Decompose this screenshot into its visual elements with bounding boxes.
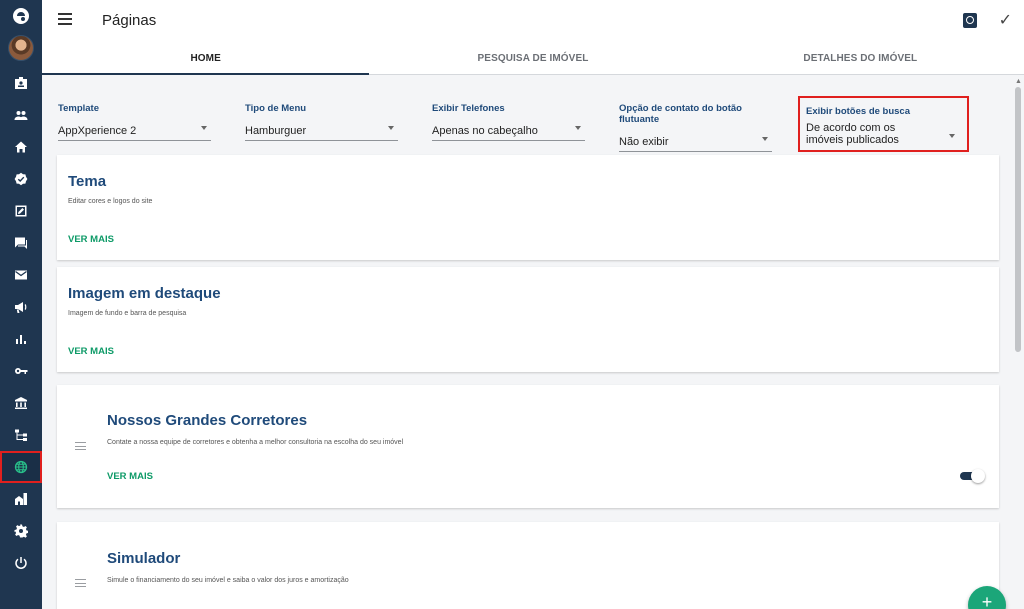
app-window: Páginas ✓ HOME PESQUISA DE IMÓVEL DETALH… [0, 0, 1024, 609]
verified-icon [14, 172, 28, 186]
sidebar-item-home[interactable] [0, 131, 42, 163]
scroll-up-icon[interactable]: ▲ [1015, 78, 1022, 85]
sidebar-item-sitemap[interactable] [0, 419, 42, 451]
field-label: Opção de contato do botão flutuante [619, 103, 742, 125]
brokers-card: Nossos Grandes Corretores Contate a noss… [57, 385, 999, 508]
sitemap-icon [15, 429, 27, 441]
card-title: Imagem em destaque [68, 285, 221, 302]
caret-down-icon [762, 137, 768, 141]
field-value: Apenas no cabeçalho [432, 125, 538, 137]
people-icon [14, 111, 28, 120]
bank-icon [15, 397, 27, 409]
globe-icon [14, 460, 28, 474]
caret-down-icon [575, 126, 581, 130]
sidebar-item-bank[interactable] [0, 387, 42, 419]
sidebar-item-properties[interactable] [0, 483, 42, 515]
gear-icon [14, 524, 28, 538]
key-icon [15, 368, 28, 374]
tab-bar: HOME PESQUISA DE IMÓVEL DETALHES DO IMÓV… [42, 42, 1024, 75]
sidebar-item-badge[interactable] [0, 67, 42, 99]
sidebar-item-logout[interactable] [0, 547, 42, 579]
main-content: Template AppXperience 2 Tipo de Menu Ham… [42, 75, 1012, 609]
see-more-link[interactable]: VER MAIS [68, 346, 114, 357]
sidebar-item-keys[interactable] [0, 355, 42, 387]
sidebar-item-chat[interactable] [0, 227, 42, 259]
sidebar-item-verified[interactable] [0, 163, 42, 195]
edit-square-icon [15, 205, 27, 217]
card-title: Tema [68, 173, 107, 190]
sidebar-item-campaign[interactable] [0, 291, 42, 323]
drag-handle-icon[interactable] [75, 442, 86, 450]
check-icon[interactable]: ✓ [999, 10, 1012, 30]
field-value: Não exibir [619, 136, 669, 148]
floating-contact-select[interactable]: Opção de contato do botão flutuante Não … [619, 103, 772, 152]
featured-image-card: Imagem em destaque Imagem de fundo e bar… [57, 267, 999, 372]
drag-handle-icon[interactable] [75, 579, 86, 587]
logo-icon [13, 8, 29, 24]
tab-property-details[interactable]: DETALHES DO IMÓVEL [697, 42, 1024, 74]
sidebar [0, 0, 42, 609]
card-description: Simule o financiamento do seu imóvel e s… [107, 577, 349, 584]
section-toggle[interactable] [960, 469, 985, 483]
power-icon [15, 557, 27, 569]
home-icon [15, 141, 27, 153]
caret-down-icon [388, 126, 394, 130]
page-title: Páginas [102, 12, 157, 29]
highlight-box [798, 96, 969, 152]
card-description: Imagem de fundo e barra de pesquisa [68, 310, 187, 317]
menu-icon[interactable] [58, 13, 72, 25]
field-value: AppXperience 2 [58, 125, 137, 137]
sidebar-item-reports[interactable] [0, 323, 42, 355]
top-bar: Páginas ✓ [42, 0, 1024, 42]
sidebar-item-mail[interactable] [0, 259, 42, 291]
field-label: Template [58, 103, 100, 114]
app-logo[interactable] [0, 0, 42, 32]
sidebar-item-website[interactable] [0, 451, 42, 483]
sidebar-item-edit[interactable] [0, 195, 42, 227]
template-select[interactable]: Template AppXperience 2 [58, 103, 211, 141]
phones-select[interactable]: Exibir Telefones Apenas no cabeçalho [432, 103, 585, 141]
chat-icon [15, 237, 27, 249]
field-value: Hamburguer [245, 125, 307, 137]
see-more-link[interactable]: VER MAIS [68, 234, 114, 245]
theme-card: Tema Editar cores e logos do site VER MA… [57, 155, 999, 260]
preview-search-icon[interactable] [963, 13, 977, 28]
buildings-icon [15, 493, 27, 505]
sidebar-item-people[interactable] [0, 99, 42, 131]
field-label: Exibir Telefones [432, 103, 505, 114]
mail-icon [15, 270, 27, 280]
menu-type-select[interactable]: Tipo de Menu Hamburguer [245, 103, 398, 141]
campaign-icon [15, 302, 27, 313]
bar-chart-icon [16, 335, 26, 344]
card-title: Simulador [107, 550, 181, 567]
badge-icon [15, 77, 27, 89]
sidebar-item-settings[interactable] [0, 515, 42, 547]
caret-down-icon [201, 126, 207, 130]
field-label: Tipo de Menu [245, 103, 307, 114]
simulator-card: Simulador Simule o financiamento do seu … [57, 522, 999, 609]
card-title: Nossos Grandes Corretores [107, 412, 308, 429]
scrollbar[interactable]: ▲ [1012, 75, 1024, 609]
scroll-thumb[interactable] [1015, 87, 1021, 352]
tab-home[interactable]: HOME [42, 42, 370, 75]
tab-property-search[interactable]: PESQUISA DE IMÓVEL [369, 42, 696, 74]
avatar[interactable] [8, 35, 34, 61]
see-more-link[interactable]: VER MAIS [107, 471, 153, 482]
card-description: Editar cores e logos do site [68, 198, 153, 205]
card-description: Contate a nossa equipe de corretores e o… [107, 439, 404, 446]
